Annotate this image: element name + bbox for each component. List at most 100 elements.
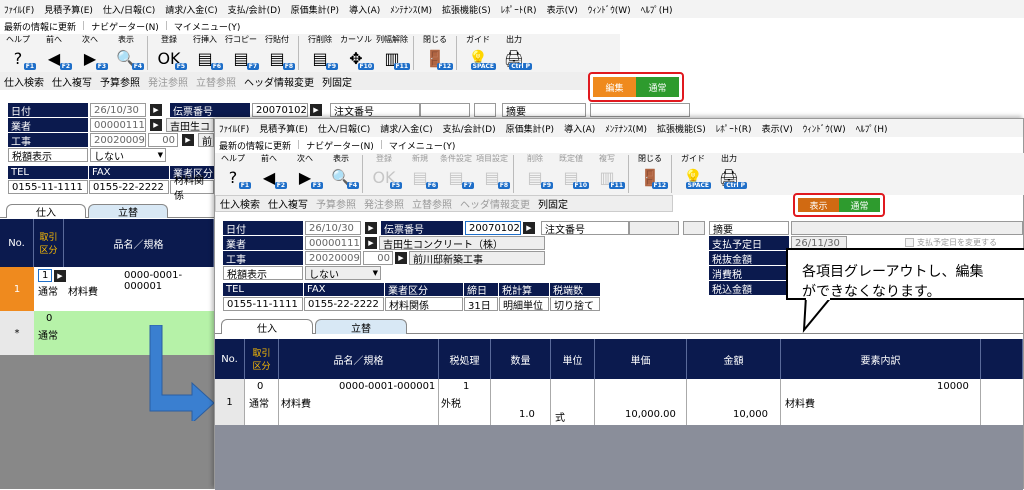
action-button[interactable]: 仕入複写 [268,196,308,211]
toolbar-button[interactable]: 項目設定 ▤ F8 [474,153,510,189]
menu-item[interactable]: 請求/入金(C) [165,3,217,16]
action-button[interactable]: 列固定 [538,196,568,211]
toolbar-button[interactable]: 複写 ▥ F11 [589,153,625,189]
menu-item[interactable]: ﾒﾝﾃﾅﾝｽ(M) [390,3,432,16]
back-tab-advance[interactable]: 立替 [88,204,168,219]
front-tax-select[interactable]: しない ▼ [305,266,381,281]
action-button[interactable]: 列固定 [322,74,352,89]
menu-item[interactable]: ﾌｧｲﾙ(F) [4,3,34,16]
front-work-button[interactable]: ▶ [395,252,407,264]
front-vendor-button[interactable]: ▶ [365,237,377,249]
table-row[interactable]: 1 1 ▶ 通常 0000-0001-000001 材料費 [0,267,214,311]
menu-item[interactable]: 拡張機能(S) [442,3,491,16]
toolbar-button[interactable]: 削除 ▤ F9 [517,153,553,189]
menu-item[interactable]: ﾌｧｲﾙ(F) [219,122,249,135]
front-work-sub[interactable]: 00 [363,251,393,265]
toolbar-button[interactable]: 行削除 ▤ F9 [302,34,338,70]
front-date-button[interactable]: ▶ [365,222,377,234]
toolbar-button[interactable]: 次へ ▶ F3 [72,34,108,70]
back-work-button[interactable]: ▶ [182,134,194,146]
subbar-item[interactable]: マイメニュー(Y) [174,20,241,33]
back-work-code[interactable]: 20020009 [90,133,146,147]
menu-item[interactable]: 仕入/日報(C) [103,3,155,16]
front-summary-field[interactable] [791,221,1023,235]
toolbar-button[interactable]: 行コピー ▤ F7 [223,34,259,70]
front-vendor-code[interactable]: 00000111 [305,236,361,250]
toolbar-button[interactable]: ガイド 💡 SPACE [460,34,496,70]
menu-item[interactable]: 仕入/日報(C) [318,122,370,135]
action-button[interactable]: 発注参照 [148,74,188,89]
subbar-item[interactable]: 最新の情報に更新 [4,20,76,33]
toolbar-button[interactable]: ヘルプ? F1 [215,153,251,189]
back-work-sub[interactable]: 00 [148,133,178,147]
action-button[interactable]: 発注参照 [364,196,404,211]
menu-item[interactable]: 支払/会計(D) [443,122,496,135]
toolbar-button[interactable]: 閉じる 🚪 F12 [632,153,668,189]
front-pay-checkbox[interactable] [905,238,914,247]
row-kind-button[interactable]: ▶ [54,270,66,282]
table-row[interactable]: 1 0 通常 0000-0001-000001 材料費 1 外税 1.0 式 1… [215,379,1023,425]
toolbar-button[interactable]: 表示 🔍 F4 [323,153,359,189]
back-vendor-button[interactable]: ▶ [150,119,162,131]
front-slip-button[interactable]: ▶ [523,222,535,234]
action-button[interactable]: 予算参照 [100,74,140,89]
toolbar-button[interactable]: カーソル ✥ F10 [338,34,374,70]
front-date-field[interactable]: 26/10/30 [305,221,361,235]
menu-item[interactable]: 支払/会計(D) [228,3,281,16]
toolbar-button[interactable]: 既定値 ▤ F10 [553,153,589,189]
menu-item[interactable]: 原価集計(P) [506,122,554,135]
menu-item[interactable]: 表示(V) [547,3,578,16]
back-date-button[interactable]: ▶ [150,104,162,116]
menu-item[interactable]: 表示(V) [762,122,793,135]
action-button[interactable]: 予算参照 [316,196,356,211]
subbar-item[interactable]: ナビゲーター(N) [306,139,374,152]
back-date-field[interactable]: 26/10/30 [90,103,146,117]
menu-item[interactable]: 導入(A) [564,122,595,135]
toolbar-button[interactable]: 次へ ▶ F3 [287,153,323,189]
menu-item[interactable]: ｳｨﾝﾄﾞｳ(W) [803,122,846,135]
menu-item[interactable]: 拡張機能(S) [657,122,706,135]
subbar-item[interactable]: 最新の情報に更新 [219,139,291,152]
toolbar-button[interactable]: ガイド 💡 SPACE [675,153,711,189]
back-summary-field[interactable] [590,103,690,117]
menu-item[interactable]: ﾒﾝﾃﾅﾝｽ(M) [605,122,647,135]
toolbar-button[interactable]: 出力 🖨 Ctrl P [496,34,532,70]
front-tab-purchase[interactable]: 仕入 [221,319,313,335]
back-tax-select[interactable]: しない ▼ [90,148,166,163]
toolbar-button[interactable]: 条件設定 ▤ F7 [438,153,474,189]
toolbar-button[interactable]: 新規 ▤ F6 [402,153,438,189]
menu-item[interactable]: ﾚﾎﾟｰﾄ(R) [501,3,537,16]
menu-item[interactable]: 原価集計(P) [291,3,339,16]
subbar-item[interactable]: マイメニュー(Y) [389,139,456,152]
menu-item[interactable]: 請求/入金(C) [380,122,432,135]
back-vendor-code[interactable]: 00000111 [90,118,146,132]
action-button[interactable]: 仕入検索 [4,74,44,89]
back-order-field-2[interactable] [474,103,496,117]
menu-item[interactable]: 導入(A) [349,3,380,16]
menu-item[interactable]: ｳｨﾝﾄﾞｳ(W) [588,3,631,16]
front-order-field[interactable] [629,221,679,235]
toolbar-button[interactable]: 列幅解除 ▥ F11 [374,34,410,70]
front-tab-advance[interactable]: 立替 [315,319,407,335]
menu-item[interactable]: 見積予算(E) [44,3,93,16]
front-slip-field[interactable]: 20070102 [465,221,521,235]
action-button[interactable]: 立替参照 [196,74,236,89]
toolbar-button[interactable]: 前へ ◀ F2 [251,153,287,189]
toolbar-button[interactable]: 登録 OK F5 [151,34,187,70]
back-slip-button[interactable]: ▶ [310,104,322,116]
menu-item[interactable]: ﾚﾎﾟｰﾄ(R) [716,122,752,135]
action-button[interactable]: ヘッダ情報変更 [460,196,530,211]
toolbar-button[interactable]: ヘルプ? F1 [0,34,36,70]
toolbar-button[interactable]: 行挿入 ▤ F6 [187,34,223,70]
subbar-item[interactable]: ナビゲーター(N) [91,20,159,33]
front-order-field-2[interactable] [683,221,705,235]
back-tab-purchase[interactable]: 仕入 [6,204,86,219]
back-order-field[interactable] [420,103,470,117]
toolbar-button[interactable]: 出力 🖨 Ctrl P [711,153,747,189]
action-button[interactable]: 仕入複写 [52,74,92,89]
action-button[interactable]: ヘッダ情報変更 [244,74,314,89]
back-slip-field[interactable]: 20070102 [252,103,308,117]
menu-item[interactable]: 見積予算(E) [259,122,308,135]
menu-item[interactable]: ﾍﾙﾌﾟ(H) [641,3,673,16]
toolbar-button[interactable]: 閉じる 🚪 F12 [417,34,453,70]
